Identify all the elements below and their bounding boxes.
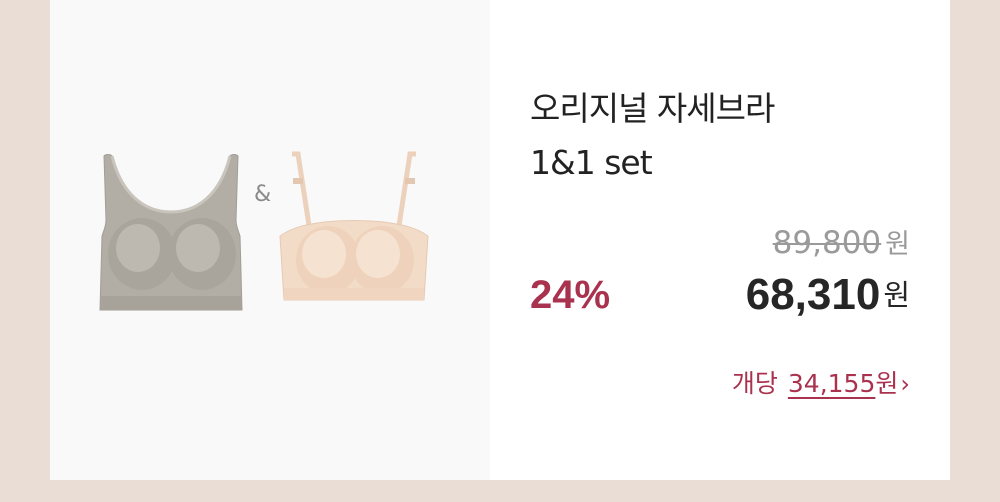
beige-bra-image (279, 151, 429, 301)
product-title: 오리지널 자세브라 1&1 set (530, 89, 775, 182)
sale-price: 68,310 원 (746, 270, 910, 320)
per-unit-price-unit: 원 (875, 369, 899, 398)
bundle-separator: & (254, 182, 272, 207)
product-image-panel[interactable]: & (50, 0, 490, 480)
product-card: & 오리지널 자세브라 1&1 set 89,800 원 24% 68,310 원 … (50, 0, 950, 480)
per-unit-price-link[interactable]: 개당 34,155원› (732, 364, 910, 400)
discount-rate: 24% (530, 273, 611, 317)
product-info: 오리지널 자세브라 1&1 set 89,800 원 24% 68,310 원 개당… (490, 0, 950, 480)
chevron-right-icon: › (900, 370, 910, 398)
sale-price-value: 68,310 (745, 270, 881, 319)
original-price-unit: 원 (885, 229, 910, 260)
original-price: 89,800 원 (773, 222, 910, 261)
per-unit-label: 개당 (731, 369, 778, 398)
original-price-value: 89,800 (772, 225, 882, 261)
gray-bra-image (99, 154, 243, 311)
sale-price-unit: 원 (883, 278, 910, 312)
per-unit-price-value: 34,155 (787, 369, 876, 398)
